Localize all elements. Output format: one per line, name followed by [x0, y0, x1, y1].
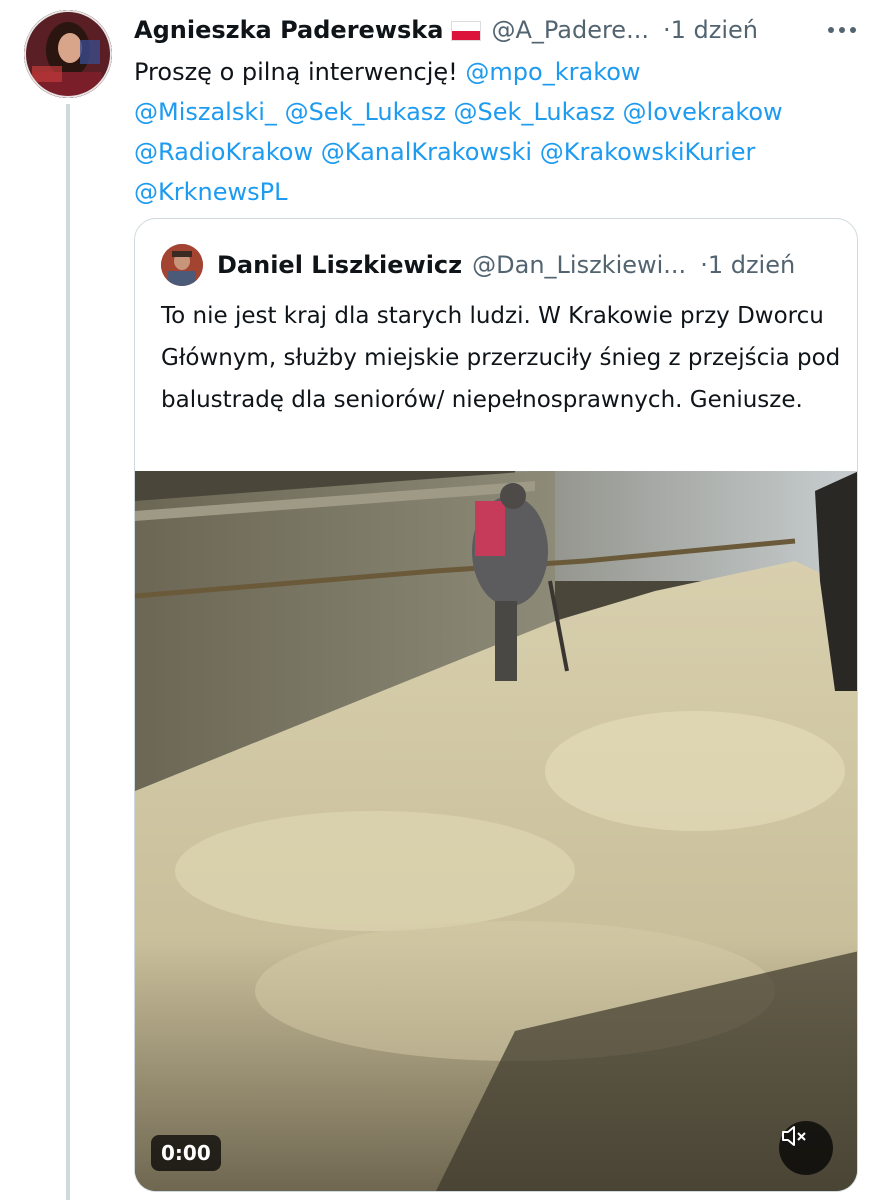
quoted-author-display-name[interactable]: Daniel Liszkiewicz	[217, 251, 462, 279]
mention-link[interactable]: @lovekrakow	[623, 98, 783, 126]
mention-link[interactable]: @Sek_Lukasz	[454, 98, 615, 126]
quoted-post-time[interactable]: ·1 dzień	[700, 251, 795, 279]
author-display-name[interactable]: Agnieszka Paderewska	[134, 16, 443, 44]
poland-flag-icon	[451, 21, 482, 41]
mention-link[interactable]: @mpo_krakow	[465, 58, 640, 86]
mention-link[interactable]: @KrknewsPL	[134, 178, 287, 206]
video-player[interactable]: 0:00	[135, 471, 857, 1191]
mention-link[interactable]: @KanalKrakowski	[321, 138, 532, 166]
quoted-post-time-value: 1 dzień	[707, 251, 796, 279]
mention-link[interactable]: @RadioKrakow	[134, 138, 313, 166]
post-time[interactable]: ·1 dzień	[663, 16, 758, 44]
quoted-author-handle[interactable]: @Dan_Liszkiewi...	[472, 251, 686, 279]
post-time-value: 1 dzień	[670, 16, 758, 44]
mention-link[interactable]: @KrakowskiKurier	[540, 138, 756, 166]
quoted-author-avatar[interactable]	[161, 244, 203, 286]
post-text: Proszę o pilną interwencję! @mpo_krakow …	[134, 52, 864, 212]
video-frame	[135, 471, 857, 1191]
post-text-intro: Proszę o pilną interwencję!	[134, 58, 458, 86]
author-avatar[interactable]	[24, 10, 112, 98]
thread-connector-line	[66, 104, 70, 1200]
post-header: Agnieszka Paderewska @A_Padere... ·1 dzi…	[134, 10, 860, 50]
mention-link[interactable]: @Sek_Lukasz	[285, 98, 446, 126]
mention-link[interactable]: @Miszalski_	[134, 98, 277, 126]
video-timestamp: 0:00	[151, 1135, 221, 1171]
mute-glyph	[782, 1126, 806, 1146]
more-horizontal-icon[interactable]	[824, 21, 860, 39]
time-separator: ·	[700, 251, 708, 279]
quoted-avatar-image	[161, 244, 203, 286]
quoted-post-card[interactable]: Daniel Liszkiewicz @Dan_Liszkiewi... ·1 …	[134, 218, 858, 1192]
time-separator: ·	[662, 16, 671, 44]
quoted-post-header: Daniel Liszkiewicz @Dan_Liszkiewi... ·1 …	[161, 243, 835, 287]
author-handle[interactable]: @A_Padere...	[491, 16, 649, 44]
quoted-post-text: To nie jest kraj dla starych ludzi. W Kr…	[161, 303, 841, 413]
volume-muted-icon[interactable]	[779, 1121, 833, 1175]
